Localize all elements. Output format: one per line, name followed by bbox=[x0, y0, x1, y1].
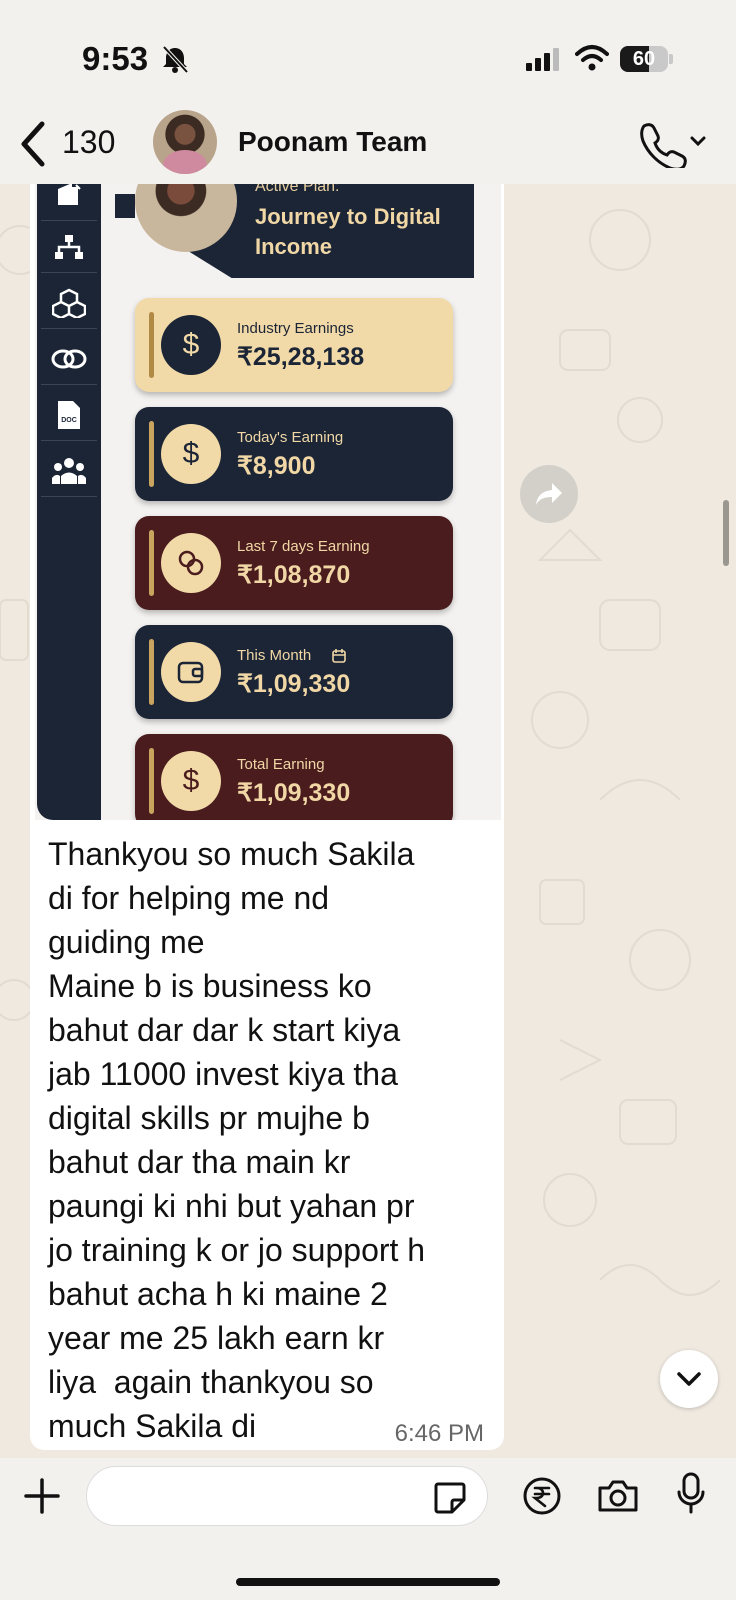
back-chevron-icon[interactable] bbox=[16, 120, 50, 168]
message-line: liya again thankyou so bbox=[48, 1364, 374, 1400]
card-accent-bar bbox=[149, 748, 154, 814]
earnings-card: Last 7 days Earning ₹1,08,870 bbox=[135, 516, 453, 610]
card-value: ₹1,08,870 bbox=[237, 561, 351, 589]
earnings-card: $ Today's Earning ₹8,900 bbox=[135, 407, 453, 501]
text-message[interactable]: Thankyou so much Sakila di for helping me… bbox=[30, 820, 504, 1450]
dollar-icon: $ bbox=[161, 315, 221, 375]
card-value: ₹25,28,138 bbox=[237, 343, 365, 371]
wallet-icon bbox=[161, 642, 221, 702]
coins-icon bbox=[161, 533, 221, 593]
scrollbar[interactable] bbox=[723, 500, 729, 566]
earnings-card: This Month ₹1,09,330 bbox=[135, 625, 453, 719]
dollar-icon: $ bbox=[161, 424, 221, 484]
phone-call-icon[interactable] bbox=[638, 120, 708, 168]
earnings-card: $ Total Earning ₹1,09,330 bbox=[135, 734, 453, 820]
payment-rupee-icon[interactable] bbox=[522, 1476, 562, 1516]
status-bar: 9:53 60 bbox=[0, 0, 736, 112]
active-plan-label: Active Plan: bbox=[255, 184, 340, 195]
dollar-icon: $ bbox=[161, 751, 221, 811]
microphone-icon[interactable] bbox=[676, 1472, 706, 1516]
card-value: ₹1,09,330 bbox=[237, 779, 351, 807]
signal-icon bbox=[526, 48, 559, 71]
card-accent-bar bbox=[149, 421, 154, 487]
card-label: This Month bbox=[237, 647, 312, 664]
battery-percent: 60 bbox=[632, 48, 656, 70]
message-line: jo training k or jo support h bbox=[48, 1232, 426, 1268]
network-icon bbox=[41, 222, 97, 273]
doc-icon: DOC bbox=[41, 390, 97, 441]
sticker-icon[interactable] bbox=[432, 1480, 468, 1516]
chevron-down-icon bbox=[677, 1372, 701, 1386]
svg-text:DOC: DOC bbox=[61, 417, 77, 424]
active-plan-banner: Active Plan: Journey to Digital Income bbox=[115, 184, 474, 278]
message-time: 6:46 PM bbox=[394, 1420, 484, 1447]
calendar-icon bbox=[331, 648, 347, 669]
card-accent-bar bbox=[149, 530, 154, 596]
camera-icon[interactable] bbox=[596, 1478, 640, 1514]
message-line: bahut dar tha main kr bbox=[48, 1144, 351, 1180]
message-line: bahut dar dar k start kiya bbox=[48, 1012, 401, 1048]
card-value: ₹1,09,330 bbox=[237, 670, 351, 698]
card-accent-bar bbox=[149, 639, 154, 705]
chat-header: 130 Poonam Team bbox=[0, 110, 736, 184]
message-input[interactable] bbox=[86, 1466, 488, 1526]
message-line: Thankyou so much Sakila bbox=[48, 836, 415, 872]
message-line: jab 11000 invest kiya tha bbox=[48, 1056, 398, 1092]
message-body: Thankyou so much Sakila di for helping me… bbox=[48, 832, 494, 1448]
message-line: digital skills pr mujhe b bbox=[48, 1100, 370, 1136]
link-icon bbox=[41, 334, 97, 385]
message-line: Maine b is business ko bbox=[48, 968, 372, 1004]
app-sidebar: DOC bbox=[37, 184, 101, 820]
card-label: Industry Earnings bbox=[237, 320, 354, 337]
scroll-down-button[interactable] bbox=[660, 1350, 718, 1408]
status-time: 9:53 bbox=[82, 40, 149, 77]
battery-icon: 60 bbox=[620, 46, 668, 72]
wallet-icon bbox=[41, 184, 97, 221]
unread-count[interactable]: 130 bbox=[62, 124, 115, 161]
team-icon bbox=[41, 446, 97, 497]
battery-tip bbox=[669, 54, 673, 64]
message-line: year me 25 lakh earn kr bbox=[48, 1320, 385, 1356]
message-line: di for helping me nd bbox=[48, 880, 330, 916]
card-label: Total Earning bbox=[237, 756, 325, 773]
boxes-icon bbox=[41, 278, 97, 329]
card-accent-bar bbox=[149, 312, 154, 378]
card-label: Last 7 days Earning bbox=[237, 538, 370, 555]
active-plan-name: Journey to Digital Income bbox=[255, 204, 441, 259]
chat-title[interactable]: Poonam Team bbox=[238, 126, 427, 158]
image-message[interactable]: DOC Active Plan: Journey to Digital Inco… bbox=[30, 184, 504, 820]
bell-muted-icon bbox=[162, 45, 189, 74]
group-avatar[interactable] bbox=[153, 110, 217, 174]
message-line: guiding me bbox=[48, 924, 205, 960]
message-line: paungi ki nhi but yahan pr bbox=[48, 1188, 415, 1224]
earnings-screenshot: DOC Active Plan: Journey to Digital Inco… bbox=[35, 184, 501, 820]
home-indicator bbox=[236, 1578, 500, 1586]
plus-icon[interactable] bbox=[22, 1476, 62, 1516]
card-label: Today's Earning bbox=[237, 429, 344, 446]
message-line: bahut acha h ki maine 2 bbox=[48, 1276, 388, 1312]
forward-arrow-icon bbox=[536, 483, 562, 505]
earnings-card: $ Industry Earnings ₹25,28,138 bbox=[135, 298, 453, 392]
card-value: ₹8,900 bbox=[237, 452, 316, 480]
forward-button[interactable] bbox=[520, 465, 578, 523]
wifi-icon bbox=[575, 45, 609, 71]
